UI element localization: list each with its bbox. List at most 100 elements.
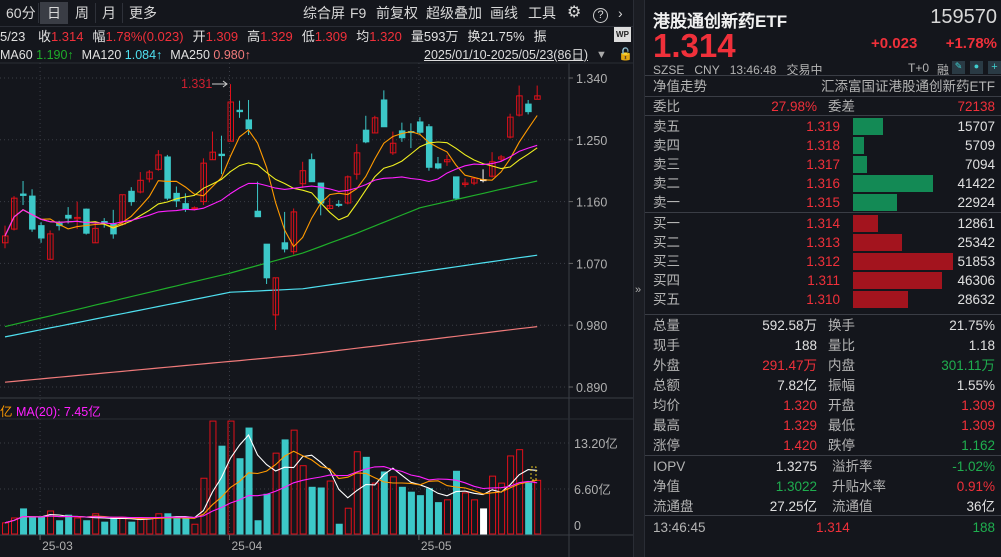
tab-more[interactable]: 更多 [125,2,161,24]
stat-row: 均价 1.320 开盘 1.309 [653,396,995,415]
level-volume-bar [853,234,902,251]
volume-bar [101,521,109,535]
volume-bar [371,482,379,535]
candle [416,117,424,135]
date-range[interactable]: 2025/01/10-2025/05/23(86日) [424,47,588,63]
volume-bar [425,488,433,535]
stat-label: 最高 [653,418,680,433]
ma-label: MA250 [170,48,210,62]
candle-body [38,225,45,239]
dropdown-triangle-icon[interactable]: ▼ [596,49,607,61]
buy-level[interactable]: 买五 1.310 28632 [653,290,995,309]
candle [83,208,90,235]
stat-value: 1.3275 [775,459,817,474]
sell-level[interactable]: 卖四 1.318 5709 [653,136,995,155]
f9-button[interactable]: F9 [346,2,370,24]
level-label: 卖四 [653,138,680,153]
price-tick-label: 1.160 [576,196,607,210]
volume-bar [398,486,406,535]
stat-label: 最低 [828,418,855,433]
stat-value: 301.11万 [941,358,995,373]
stat-value: 1.420 [783,438,817,453]
stat-value: -1.02% [952,459,995,474]
volume-bar [20,508,28,535]
tab-weekly[interactable]: 周 [71,2,93,24]
level-price: 1.318 [806,138,840,153]
kline-chart[interactable]: 1.340 1.250 1.160 1.070 0.980 0.890 25-03 25-04… [0,0,640,557]
lock-icon[interactable]: 🔓 [618,47,633,61]
stat-row: 总额 7.82亿 振幅 1.55% [653,376,995,395]
candle [290,208,298,255]
stat-value: 1.162 [961,438,995,453]
quote-panel: 港股通创新药ETF 159570 1.314 +0.023 +1.78% SZS… [645,0,1001,557]
tools-button[interactable]: 工具 [524,2,560,24]
stat-row: 流通盘 27.25亿 流通值 36亿 [653,497,995,516]
volume-bar [489,475,497,535]
nav-trend-link[interactable]: 净值走势 [653,77,707,96]
nav-trend-row[interactable]: 净值走势 汇添富国证港股通创新药ETF [653,77,995,96]
ma-value: 0.980↑ [213,48,251,62]
composite-screen-button[interactable]: 综合屏 [299,2,349,24]
candle [236,100,244,118]
pencil-icon[interactable]: ✎ [952,61,965,74]
candle [20,181,27,206]
forward-adjust-button[interactable]: 前复权 [372,2,422,24]
date-tick-label: 25-05 [421,539,452,553]
stat-value: 1.320 [783,398,817,413]
stat-label: IOPV [653,459,686,474]
buy-level[interactable]: 买一 1.314 12861 [653,214,995,233]
stat-label: 总量 [653,318,680,333]
gear-icon[interactable]: ⚙ [563,2,585,24]
candle [47,230,54,260]
buy-level[interactable]: 买四 1.311 46306 [653,271,995,290]
level-label: 卖二 [653,176,680,191]
tab-60min[interactable]: 60分 [2,2,40,24]
weibi-label: 委比 [653,99,680,114]
volume-bar [516,449,524,535]
max-price-marker: 1.331 [181,77,212,91]
volume-bar [173,518,181,535]
level-price: 1.319 [806,119,840,134]
wp-badge-icon[interactable]: WP [614,27,631,42]
stat-value: 291.47万 [762,358,817,373]
candle-body [218,153,225,157]
add-icon[interactable]: + [988,61,1001,74]
candle-body [164,156,171,199]
candle-body [83,208,90,234]
candle [434,156,442,170]
info-label: 振 [533,29,547,44]
buy-level[interactable]: 买二 1.313 25342 [653,233,995,252]
super-overlay-button[interactable]: 超级叠加 [422,2,486,24]
tab-daily[interactable]: 日 [40,2,68,24]
candle [146,170,153,183]
stat-label: 溢折率 [832,459,873,474]
candle [2,225,9,249]
sell-level[interactable]: 卖三 1.317 7094 [653,155,995,174]
date-tick-label: 25-03 [42,539,73,553]
sell-level[interactable]: 卖五 1.319 15707 [653,117,995,136]
buy-level[interactable]: 买三 1.312 51853 [653,252,995,271]
ma-label: MA60 [0,48,33,62]
level-volume: 12861 [957,216,995,231]
stat-label: 总额 [653,378,680,393]
candle [326,198,334,210]
candle [92,222,99,244]
draw-line-button[interactable]: 画线 [486,2,522,24]
panel-collapse-handle[interactable]: » [633,0,645,557]
candle-body [65,214,72,219]
stat-label: 内盘 [828,358,855,373]
level-label: 买五 [653,292,680,307]
bell-icon[interactable]: ● [970,61,983,74]
t0-badge: T+0 [908,61,930,75]
level-volume-bar [853,175,933,192]
help-icon[interactable]: ? [589,2,612,24]
price-tick-label: 0.980 [576,319,607,333]
tab-monthly[interactable]: 月 [98,2,120,24]
candle [353,143,361,180]
double-chevron-icon[interactable]: » [635,284,641,296]
chevron-right-icon[interactable]: › [614,2,627,24]
sell-level[interactable]: 卖一 1.315 22924 [653,193,995,212]
stat-row: 涨停 1.420 跌停 1.162 [653,436,995,455]
level-label: 卖三 [653,157,680,172]
sell-level[interactable]: 卖二 1.316 41422 [653,174,995,193]
